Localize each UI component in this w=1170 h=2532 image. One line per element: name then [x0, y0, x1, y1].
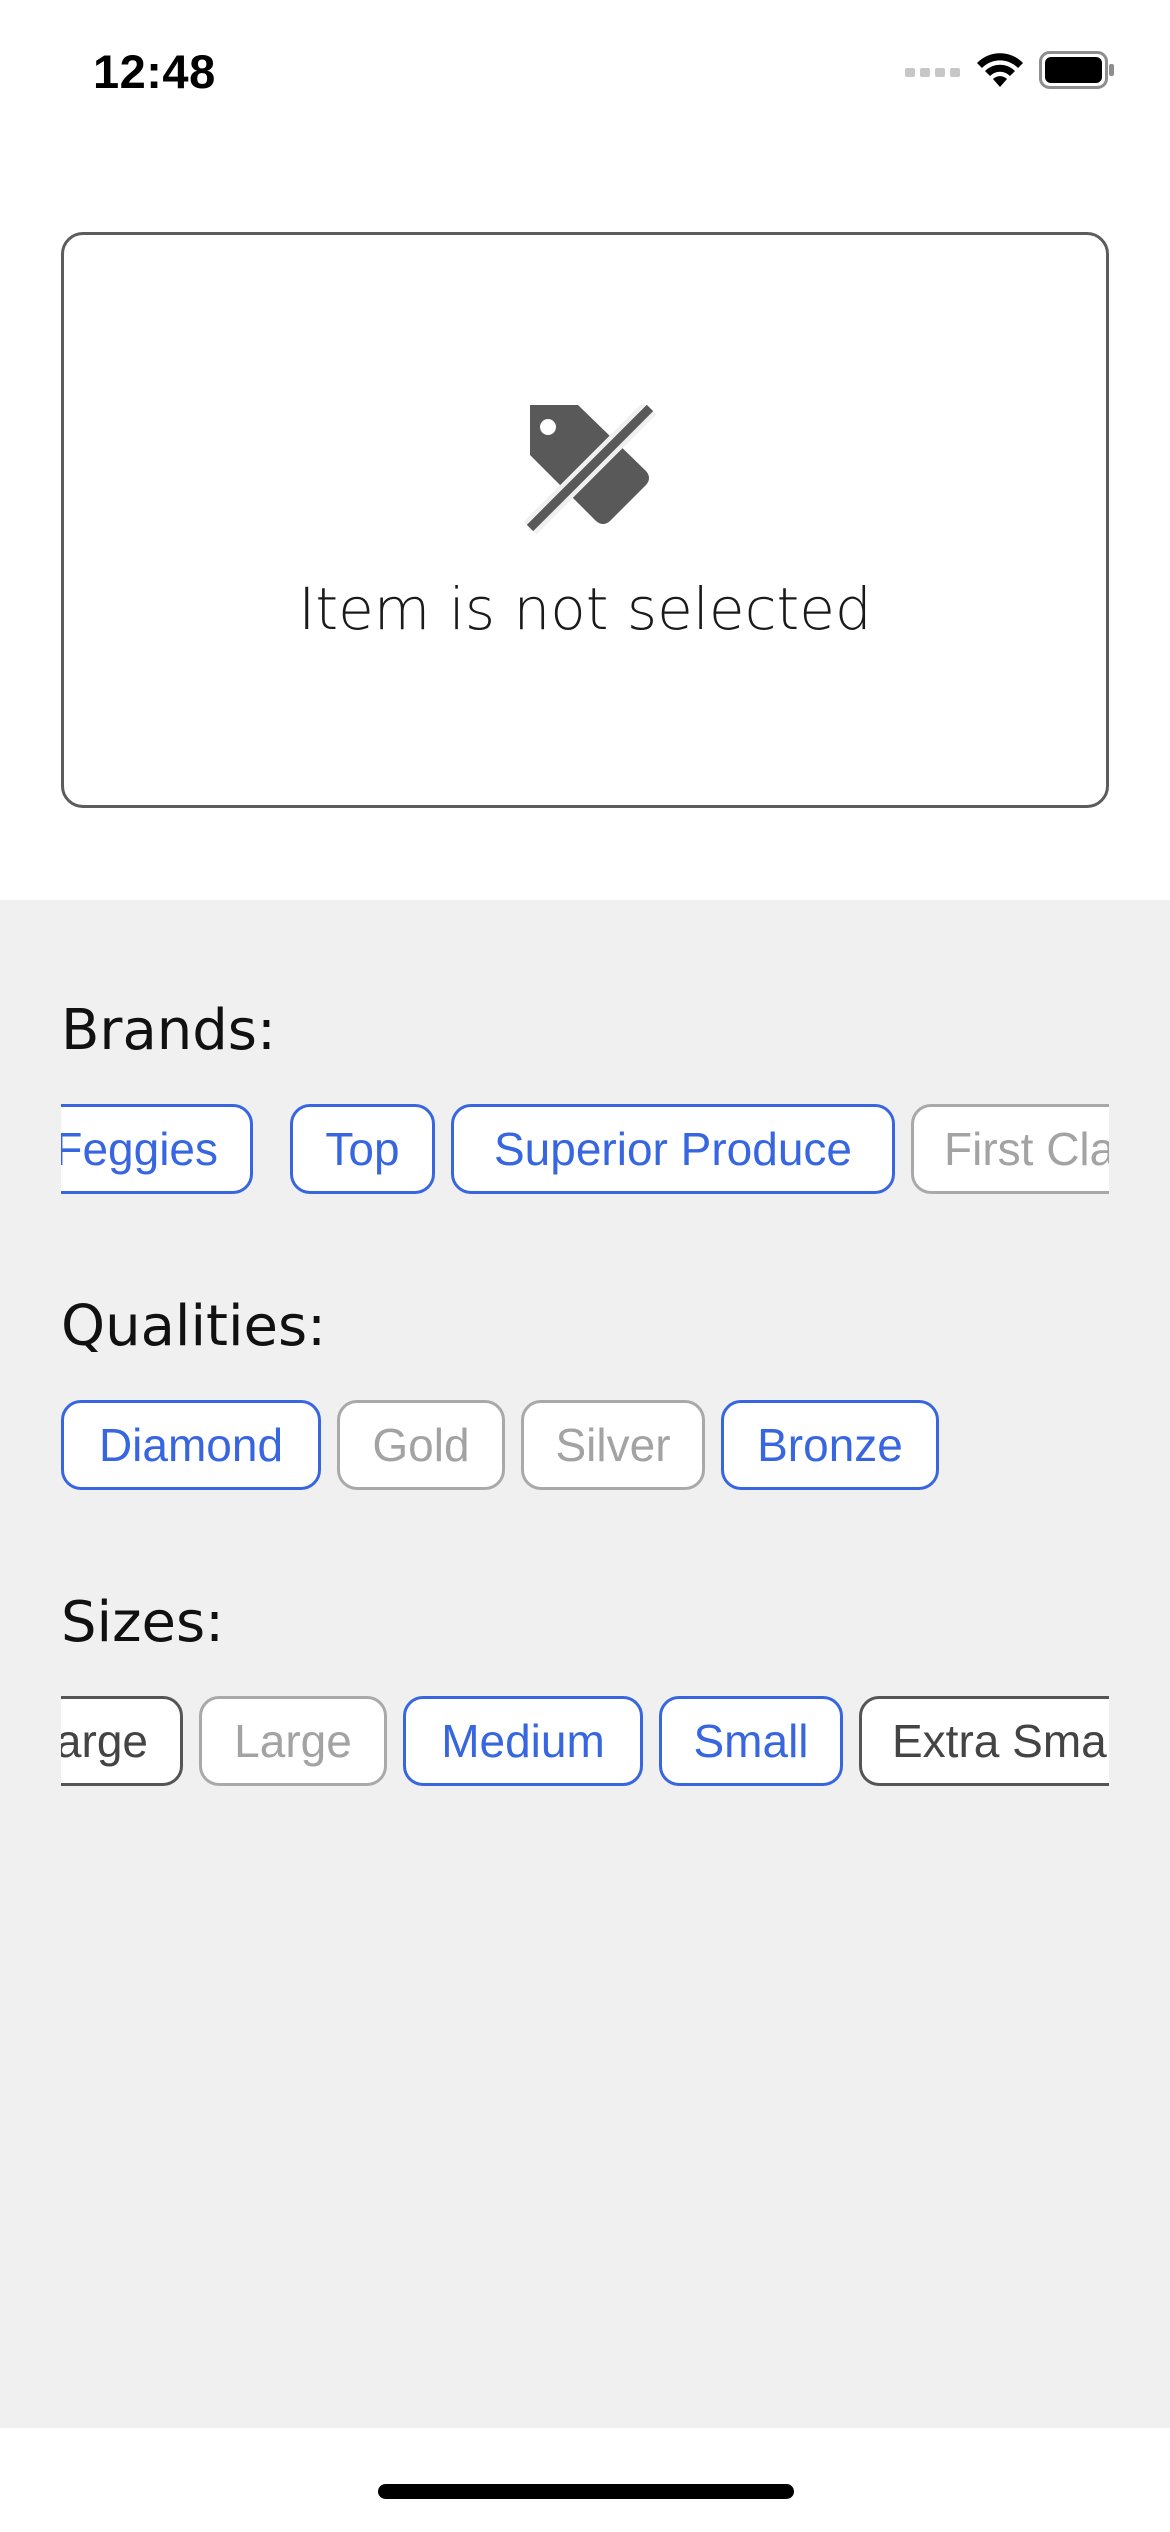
battery-icon — [1039, 50, 1115, 94]
brands-title: Brands: — [61, 998, 276, 1063]
chip-quality-silver[interactable]: Silver — [521, 1400, 705, 1490]
chip-quality-gold[interactable]: Gold — [337, 1400, 505, 1490]
filters-panel: Brands: Feggies Top Superior Produce Fir… — [0, 900, 1170, 2428]
tag-slash-icon — [518, 401, 658, 535]
chip-brand-superior-produce[interactable]: Superior Produce — [451, 1104, 895, 1194]
sizes-title: Sizes: — [61, 1590, 224, 1655]
qualities-title: Qualities: — [61, 1294, 327, 1359]
chip-size-large[interactable]: Large — [199, 1696, 387, 1786]
wifi-icon — [975, 51, 1025, 94]
chip-size-small[interactable]: Small — [659, 1696, 843, 1786]
chip-size-extra-large[interactable]: arge — [61, 1696, 183, 1786]
status-icons — [905, 50, 1115, 94]
brands-chip-row[interactable]: Feggies Top Superior Produce First Cla — [61, 1100, 1109, 1200]
selected-item-card: Item is not selected — [61, 232, 1109, 808]
chip-brand-top[interactable]: Top — [290, 1104, 435, 1194]
chip-brand-feggies[interactable]: Feggies — [61, 1104, 253, 1194]
signal-icon — [905, 63, 961, 82]
chip-brand-first-class[interactable]: First Cla — [911, 1104, 1109, 1194]
chip-size-extra-small[interactable]: Extra Sma — [859, 1696, 1109, 1786]
chip-quality-diamond[interactable]: Diamond — [61, 1400, 321, 1490]
status-bar: 12:48 — [0, 0, 1170, 150]
screen: 12:48 Item is not selected Brands: Feggi… — [0, 0, 1170, 2532]
home-indicator[interactable] — [378, 2484, 794, 2499]
sizes-chip-row[interactable]: arge Large Medium Small Extra Sma — [61, 1692, 1109, 1792]
chip-size-medium[interactable]: Medium — [403, 1696, 643, 1786]
status-time: 12:48 — [93, 45, 216, 98]
qualities-chip-row[interactable]: Diamond Gold Silver Bronze — [61, 1396, 1109, 1496]
home-area — [0, 2428, 1170, 2532]
chip-quality-bronze[interactable]: Bronze — [721, 1400, 939, 1490]
empty-state-message: Item is not selected — [298, 575, 872, 643]
